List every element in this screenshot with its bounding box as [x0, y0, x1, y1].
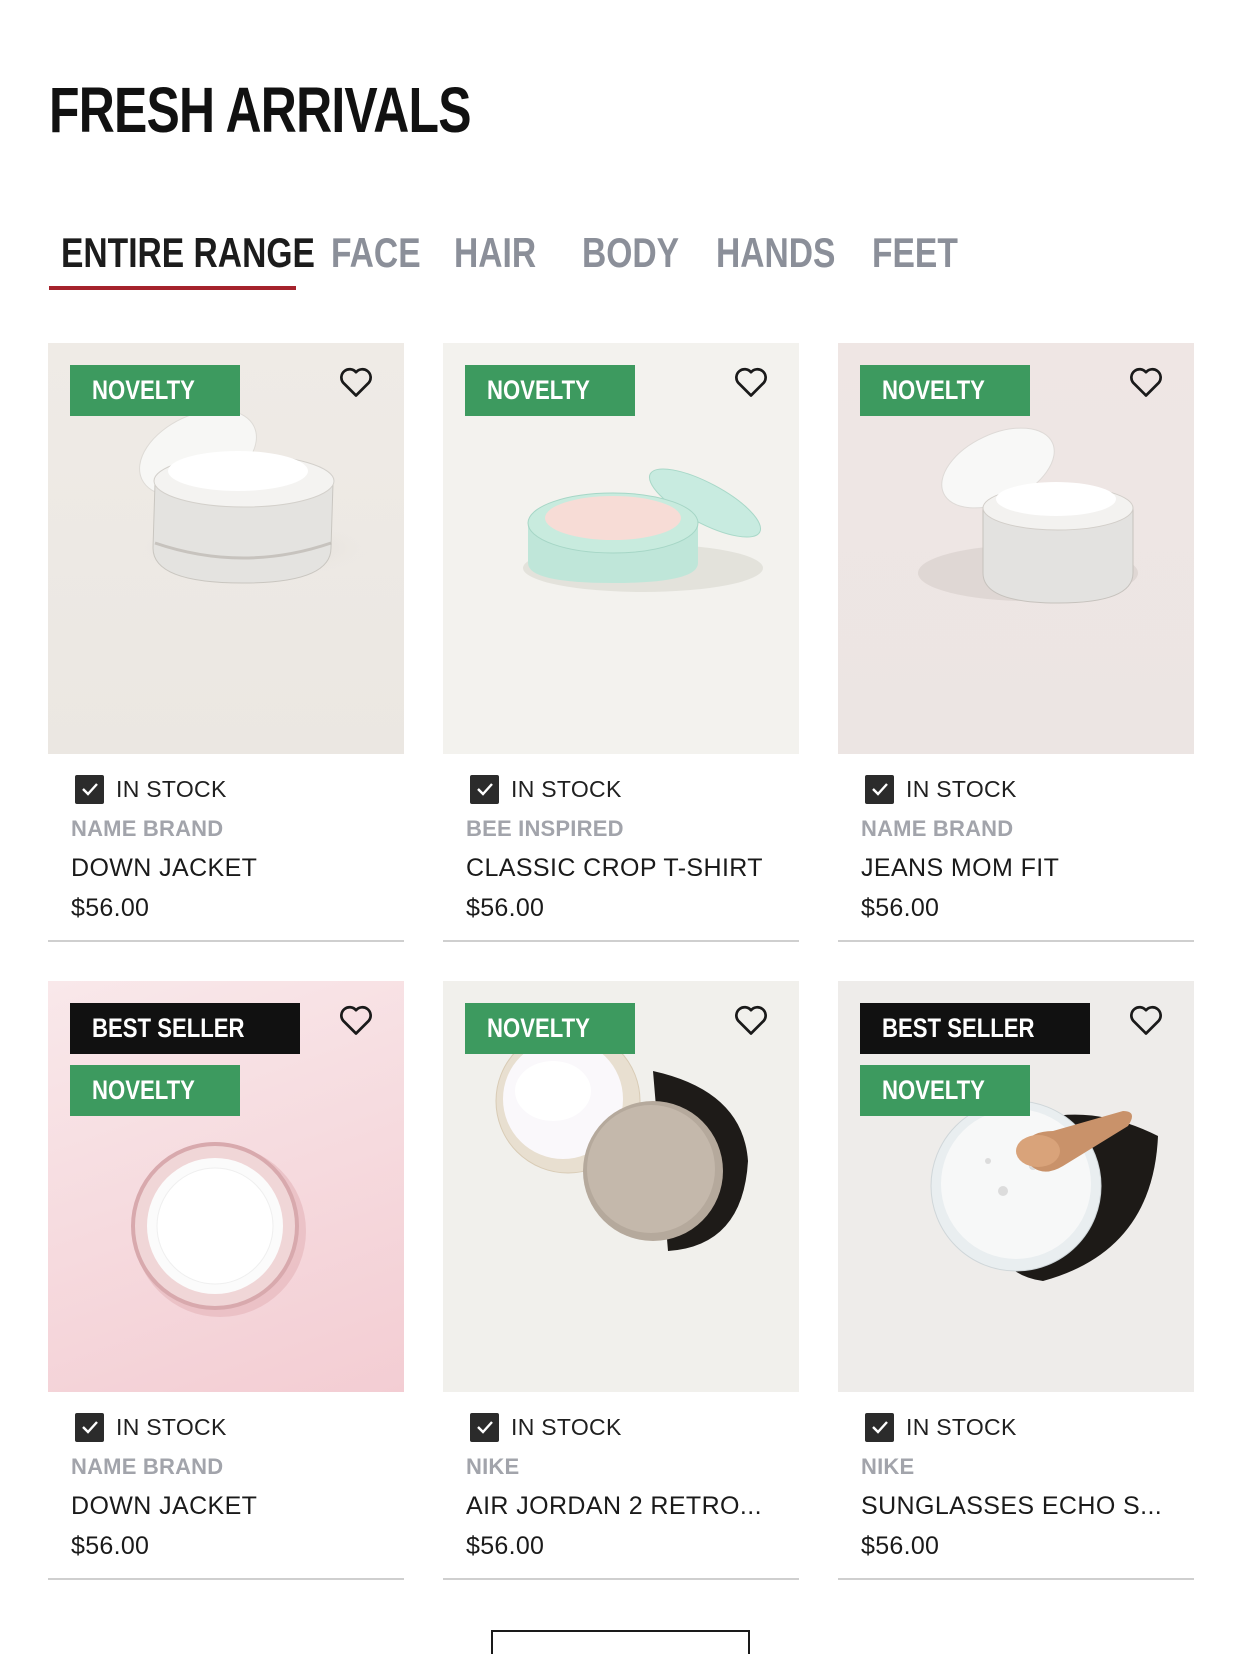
novelty-badge: NOVELTY [860, 1065, 1030, 1116]
tab-hands[interactable]: HANDS [716, 226, 835, 290]
check-icon [865, 1412, 894, 1442]
tab-body[interactable]: BODY [582, 226, 679, 290]
product-card[interactable]: NOVELTY IN STOCK NAME BRAND JEANS MOM FI… [838, 343, 1194, 942]
product-image[interactable]: BEST SELLER NOVELTY [48, 981, 404, 1392]
stock-label: IN STOCK [906, 775, 1017, 802]
product-name[interactable]: JEANS MOM FIT [861, 854, 1059, 883]
product-brand: NAME BRAND [71, 816, 224, 841]
product-card[interactable]: NOVELTY IN STOCK NAME BRAND DOWN JACKET … [48, 343, 404, 942]
novelty-badge: NOVELTY [70, 365, 240, 416]
card-divider [443, 940, 799, 942]
category-tabs: ENTIRE RANGE FACE HAIR BODY HANDS FEET [49, 226, 1199, 290]
page-title: FRESH ARRIVALS [49, 74, 472, 146]
check-icon [75, 774, 104, 804]
product-image[interactable]: BEST SELLER NOVELTY [838, 981, 1194, 1392]
product-card[interactable]: NOVELTY IN STOCK NIKE AIR JORDAN 2 RETRO… [443, 981, 799, 1580]
product-brand: NIKE [466, 1454, 520, 1479]
product-image[interactable]: NOVELTY [838, 343, 1194, 754]
heart-icon[interactable] [1128, 365, 1164, 399]
heart-icon[interactable] [338, 365, 374, 399]
product-name[interactable]: DOWN JACKET [71, 1492, 257, 1521]
novelty-badge: NOVELTY [70, 1065, 240, 1116]
best-seller-badge: BEST SELLER [70, 1003, 301, 1054]
product-price: $56.00 [861, 1532, 940, 1560]
product-price: $56.00 [466, 894, 545, 922]
tab-hair[interactable]: HAIR [454, 226, 536, 290]
heart-icon[interactable] [338, 1003, 374, 1037]
stock-label: IN STOCK [511, 1413, 622, 1440]
product-brand: NAME BRAND [71, 1454, 224, 1479]
card-divider [48, 1578, 404, 1580]
stock-status: IN STOCK [470, 774, 622, 804]
load-more-button[interactable] [491, 1630, 750, 1654]
product-price: $56.00 [71, 894, 150, 922]
product-price: $56.00 [861, 894, 940, 922]
stock-label: IN STOCK [116, 1413, 227, 1440]
stock-status: IN STOCK [470, 1412, 622, 1442]
stock-status: IN STOCK [75, 1412, 227, 1442]
stock-status: IN STOCK [75, 774, 227, 804]
novelty-badge: NOVELTY [465, 1003, 635, 1054]
tab-entire-range[interactable]: ENTIRE RANGE [61, 226, 315, 290]
product-price: $56.00 [466, 1532, 545, 1560]
check-icon [865, 774, 894, 804]
novelty-badge: NOVELTY [860, 365, 1030, 416]
check-icon [470, 774, 499, 804]
best-seller-badge: BEST SELLER [860, 1003, 1091, 1054]
product-name[interactable]: AIR JORDAN 2 RETRO... [466, 1492, 762, 1521]
heart-icon[interactable] [1128, 1003, 1164, 1037]
tab-feet[interactable]: FEET [872, 226, 958, 290]
product-name[interactable]: SUNGLASSES ECHO S... [861, 1492, 1162, 1521]
product-image[interactable]: NOVELTY [443, 981, 799, 1392]
novelty-badge: NOVELTY [465, 365, 635, 416]
product-price: $56.00 [71, 1532, 150, 1560]
card-divider [838, 940, 1194, 942]
product-card[interactable]: BEST SELLER NOVELTY IN STOCK NAME BRAND … [48, 981, 404, 1580]
stock-label: IN STOCK [116, 775, 227, 802]
heart-icon[interactable] [733, 365, 769, 399]
product-card[interactable]: NOVELTY IN STOCK BEE INSPIRED CLASSIC CR… [443, 343, 799, 942]
stock-status: IN STOCK [865, 1412, 1017, 1442]
product-brand: NAME BRAND [861, 816, 1014, 841]
stock-label: IN STOCK [906, 1413, 1017, 1440]
product-name[interactable]: CLASSIC CROP T-SHIRT [466, 854, 763, 883]
check-icon [470, 1412, 499, 1442]
active-tab-indicator [49, 286, 296, 290]
check-icon [75, 1412, 104, 1442]
stock-status: IN STOCK [865, 774, 1017, 804]
stock-label: IN STOCK [511, 775, 622, 802]
product-image[interactable]: NOVELTY [443, 343, 799, 754]
card-divider [48, 940, 404, 942]
product-name[interactable]: DOWN JACKET [71, 854, 257, 883]
product-brand: BEE INSPIRED [466, 816, 624, 841]
heart-icon[interactable] [733, 1003, 769, 1037]
card-divider [838, 1578, 1194, 1580]
card-divider [443, 1578, 799, 1580]
product-card[interactable]: BEST SELLER NOVELTY IN STOCK NIKE SUNGLA… [838, 981, 1194, 1580]
product-brand: NIKE [861, 1454, 915, 1479]
product-image[interactable]: NOVELTY [48, 343, 404, 754]
tab-face[interactable]: FACE [331, 226, 421, 290]
